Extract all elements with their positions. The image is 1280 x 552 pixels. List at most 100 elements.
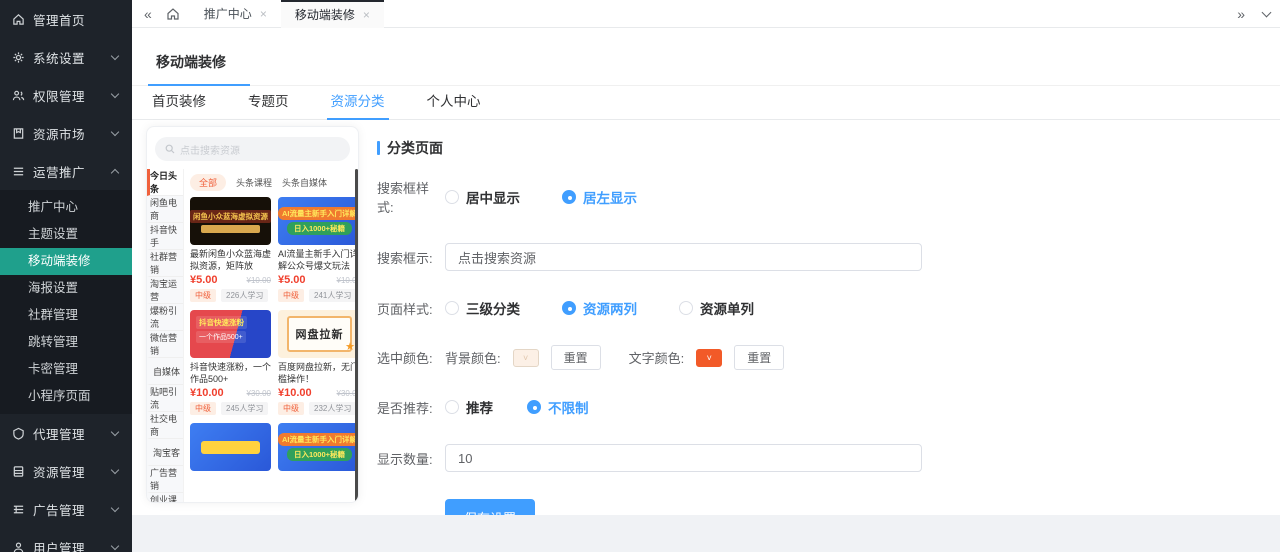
topbar-tab-promo-center[interactable]: 推广中心 × <box>190 0 281 28</box>
collapse-sidebar-icon[interactable]: « <box>144 7 152 21</box>
list-icon <box>12 165 25 178</box>
radio-icon[interactable] <box>679 301 693 315</box>
page-background <box>132 515 1280 552</box>
radio-icon[interactable] <box>445 400 459 414</box>
phone-scrollbar[interactable] <box>355 169 358 502</box>
chevron-down-icon <box>111 541 119 549</box>
product-image-text: 一个作品500+ <box>196 331 246 343</box>
product-card[interactable]: 网盘拉新 ★ 百度网盘拉新，无门槛操作！ ¥10.00¥30.00 中级232人… <box>278 310 358 415</box>
form-row-recommend: 是否推荐: 推荐 不限制 <box>377 397 1256 417</box>
product-title: 最新闲鱼小众蓝海虚拟资源，矩阵放 <box>190 249 271 272</box>
radio-option-center[interactable]: 居中显示 <box>445 187 520 207</box>
text-color-swatch[interactable]: ˅ <box>696 349 722 367</box>
radio-option-two-column[interactable]: 资源两列 <box>562 298 637 318</box>
category-item[interactable]: 今日头条 <box>147 169 183 196</box>
field-label: 是否推荐: <box>377 398 445 417</box>
submenu-item-redirect[interactable]: 跳转管理 <box>0 329 132 356</box>
product-image-text: AI流量主新手入门详解 <box>278 433 358 446</box>
submenu-item-card-keys[interactable]: 卡密管理 <box>0 356 132 383</box>
expand-tabs-icon[interactable]: » <box>1237 7 1245 21</box>
category-item[interactable]: 闲鱼电商 <box>147 196 183 223</box>
submenu-item-community[interactable]: 社群管理 <box>0 302 132 329</box>
subtab-media[interactable]: 头条自媒体 <box>282 176 327 189</box>
product-card[interactable] <box>190 423 271 471</box>
category-item[interactable]: 社群营销 <box>147 250 183 277</box>
subtab-courses[interactable]: 头条课程 <box>236 176 272 189</box>
radio-option-recommend[interactable]: 推荐 <box>445 397 493 417</box>
product-image: 闲鱼小众蓝海虚拟资源 <box>190 197 271 245</box>
category-item[interactable]: 淘宝运营 <box>147 277 183 304</box>
category-item[interactable]: 抖音快手 <box>147 223 183 250</box>
display-count-input[interactable] <box>445 444 922 472</box>
category-item[interactable]: 自媒体 <box>147 358 183 385</box>
product-card[interactable]: AI流量主新手入门详解 日入1000+秘籍 AI流量主新手入门详解公众号爆文玩法… <box>278 197 358 302</box>
home-tab-icon[interactable] <box>166 7 180 21</box>
reset-text-color-button[interactable]: 重置 <box>734 345 784 370</box>
submenu-item-promo-center[interactable]: 推广中心 <box>0 194 132 221</box>
product-card[interactable]: AI流量主新手入门详解 日入1000+秘籍 <box>278 423 358 471</box>
field-label: 搜索框样式: <box>377 178 445 216</box>
submenu-item-poster-settings[interactable]: 海报设置 <box>0 275 132 302</box>
radio-icon[interactable] <box>562 301 576 315</box>
radio-icon[interactable] <box>445 301 459 315</box>
app-window: 管理首页 系统设置 权限管理 资源市场 运营推广 推广中心 主题设置 移动端装修… <box>0 0 1280 552</box>
category-item[interactable]: 创业课程 <box>147 493 183 502</box>
category-item[interactable]: 社交电商 <box>147 412 183 439</box>
category-item[interactable]: 爆粉引流 <box>147 304 183 331</box>
sidebar-item-dashboard[interactable]: 管理首页 <box>0 0 132 38</box>
sidebar-item-operations[interactable]: 运营推广 <box>0 152 132 190</box>
radio-option-single-column[interactable]: 资源单列 <box>679 298 754 318</box>
tab-home-decoration[interactable]: 首页装修 <box>148 86 210 119</box>
radio-option-three-level[interactable]: 三级分类 <box>445 298 520 318</box>
home-icon <box>12 13 25 26</box>
radio-label: 居中显示 <box>466 187 520 207</box>
submenu-item-miniprogram-pages[interactable]: 小程序页面 <box>0 383 132 410</box>
submenu-item-theme-settings[interactable]: 主题设置 <box>0 221 132 248</box>
sidebar-item-resource-market[interactable]: 资源市场 <box>0 114 132 152</box>
main-column: « 推广中心 × 移动端装修 × » 移动端装修 首页装修 专题页 资源分类 <box>132 0 1280 552</box>
tab-resource-category[interactable]: 资源分类 <box>327 86 389 120</box>
tab-topic-page[interactable]: 专题页 <box>244 86 293 119</box>
product-image: 网盘拉新 ★ <box>278 310 358 358</box>
radio-option-unrestricted[interactable]: 不限制 <box>527 397 589 417</box>
category-item[interactable]: 广告营销 <box>147 466 183 493</box>
topbar-tab-mobile-decoration[interactable]: 移动端装修 × <box>281 0 384 28</box>
category-item[interactable]: 淘宝客 <box>147 439 183 466</box>
tab-actions-chevron-icon[interactable] <box>1262 7 1272 17</box>
close-icon[interactable]: × <box>363 8 370 22</box>
radio-label: 推荐 <box>466 397 493 417</box>
sidebar-item-agents[interactable]: 代理管理 <box>0 414 132 452</box>
sidebar: 管理首页 系统设置 权限管理 资源市场 运营推广 推广中心 主题设置 移动端装修… <box>0 0 132 552</box>
search-hint-input[interactable] <box>445 243 922 271</box>
product-card[interactable]: 抖音快速涨粉 一个作品500+ 抖音快速涨粉，一个作品500+ ¥10.00¥3… <box>190 310 271 415</box>
tab-personal-center[interactable]: 个人中心 <box>423 86 485 119</box>
phone-search-input[interactable]: 点击搜索资源 <box>155 137 350 161</box>
sidebar-item-system-settings[interactable]: 系统设置 <box>0 38 132 76</box>
product-card[interactable]: 闲鱼小众蓝海虚拟资源 最新闲鱼小众蓝海虚拟资源，矩阵放 ¥5.00¥10.00 … <box>190 197 271 302</box>
field-label: 搜索框示: <box>377 248 445 267</box>
radio-icon[interactable] <box>445 190 459 204</box>
sidebar-item-resources[interactable]: 资源管理 <box>0 452 132 490</box>
banner-decoration <box>201 441 259 454</box>
product-original-price: ¥10.00 <box>247 276 271 285</box>
sidebar-item-permissions[interactable]: 权限管理 <box>0 76 132 114</box>
reset-background-color-button[interactable]: 重置 <box>551 345 601 370</box>
phone-preview: 点击搜索资源 今日头条 闲鱼电商 抖音快手 社群营销 淘宝运营 爆粉引流 微信营… <box>146 126 359 503</box>
chevron-down-icon <box>111 89 119 97</box>
radio-option-left[interactable]: 居左显示 <box>562 187 637 207</box>
radio-label: 不限制 <box>548 397 589 417</box>
product-students: 226人学习 <box>221 289 268 302</box>
radio-icon[interactable] <box>527 400 541 414</box>
sidebar-item-users[interactable]: 用户管理 <box>0 528 132 552</box>
banner-decoration <box>201 225 259 233</box>
sidebar-item-label: 资源市场 <box>33 124 112 143</box>
close-icon[interactable]: × <box>260 7 267 21</box>
sidebar-item-ads[interactable]: 广告管理 <box>0 490 132 528</box>
form-row-display-count: 显示数量: <box>377 444 1256 472</box>
subtab-all[interactable]: 全部 <box>190 174 226 191</box>
category-item[interactable]: 贴吧引流 <box>147 385 183 412</box>
submenu-item-mobile-decoration[interactable]: 移动端装修 <box>0 248 132 275</box>
background-color-swatch[interactable]: ˅ <box>513 349 539 367</box>
radio-icon[interactable] <box>562 190 576 204</box>
category-item[interactable]: 微信营销 <box>147 331 183 358</box>
